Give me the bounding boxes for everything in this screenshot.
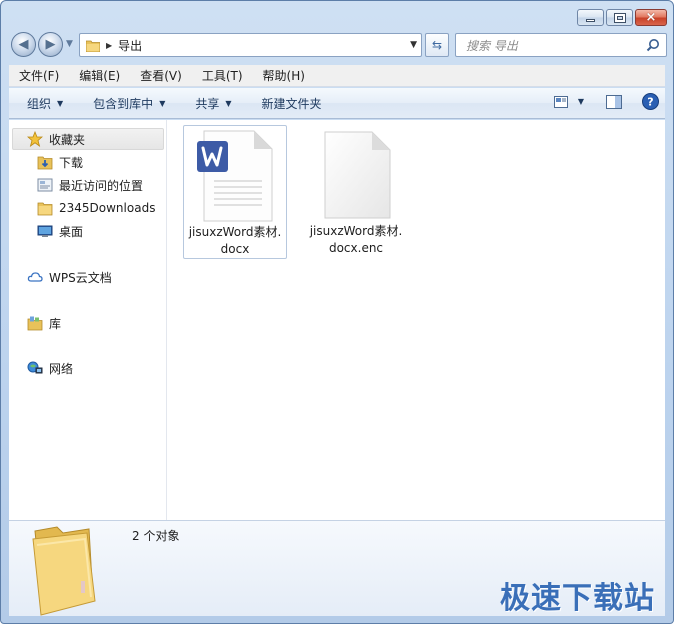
desktop-icon <box>37 225 53 237</box>
refresh-icon: ⇆ <box>431 38 443 52</box>
address-row: ◀ ▶ ▼ ▶ 导出 ▼ ⇆ 搜索 导出 <box>9 31 667 59</box>
network-icon <box>27 361 43 374</box>
search-icon[interactable] <box>646 38 660 52</box>
new-folder-button[interactable]: 新建文件夹 <box>253 95 331 112</box>
close-button[interactable]: × <box>635 9 667 26</box>
file-name-line1: jisuxzWord素材. <box>309 224 403 238</box>
menu-help[interactable]: 帮助(H) <box>253 67 315 84</box>
organize-button[interactable]: 组织 ▼ <box>18 95 72 112</box>
large-folder-icon <box>32 526 96 616</box>
nav-2345downloads[interactable]: 2345Downloads <box>37 197 155 219</box>
nav-recent-places-label: 最近访问的位置 <box>59 178 144 193</box>
nav-desktop[interactable]: 桌面 <box>37 220 83 242</box>
caption-buttons: × <box>575 9 667 26</box>
menu-file[interactable]: 文件(F) <box>9 67 69 84</box>
navigation-pane[interactable]: 收藏夹 下载 最近访问的位置 2345Downloads 桌面 WPS云文档 库… <box>9 120 167 520</box>
star-icon <box>27 131 43 147</box>
preview-pane-icon[interactable] <box>606 94 622 109</box>
file-name: jisuxzWord素材. docx <box>184 224 286 258</box>
wps-word-document-icon <box>197 130 273 222</box>
nav-desktop-label: 桌面 <box>59 224 84 239</box>
address-history-dropdown-icon[interactable]: ▼ <box>410 40 417 50</box>
share-button[interactable]: 共享 ▼ <box>186 95 240 112</box>
help-icon[interactable]: ? <box>642 93 659 110</box>
nav-recent-places[interactable]: 最近访问的位置 <box>37 174 143 196</box>
breadcrumb-separator-icon[interactable]: ▶ <box>106 41 112 50</box>
nav-wps-cloud[interactable]: WPS云文档 <box>27 266 112 288</box>
nav-network[interactable]: 网络 <box>27 357 73 379</box>
library-icon <box>27 316 43 331</box>
include-in-library-label: 包含到库中 <box>93 96 154 111</box>
nav-library[interactable]: 库 <box>27 312 61 334</box>
address-bar[interactable]: ▶ 导出 ▼ <box>79 33 422 57</box>
back-arrow-icon: ◀ <box>18 37 29 52</box>
nav-library-label: 库 <box>49 316 62 331</box>
nav-network-label: 网络 <box>49 361 74 376</box>
new-folder-label: 新建文件夹 <box>261 96 322 111</box>
svg-text:?: ? <box>647 96 653 109</box>
blank-document-icon <box>324 131 391 219</box>
file-item-docx[interactable]: jisuxzWord素材. docx <box>183 125 287 259</box>
file-name: jisuxzWord素材. docx.enc <box>304 223 408 257</box>
change-view-icon[interactable] <box>553 95 568 108</box>
search-box[interactable]: 搜索 导出 <box>455 33 667 57</box>
maximize-button[interactable] <box>606 9 633 26</box>
minimize-button[interactable] <box>577 9 604 26</box>
content-area: 收藏夹 下载 最近访问的位置 2345Downloads 桌面 WPS云文档 库… <box>9 120 665 520</box>
file-list[interactable]: jisuxzWord素材. docx jisuxzWord素材. docx.en… <box>168 120 665 520</box>
toolbar-right-group: ▼ ? <box>553 93 659 110</box>
nav-favorites[interactable]: 收藏夹 <box>12 128 164 150</box>
share-label: 共享 <box>195 96 220 111</box>
downloads-folder-icon <box>37 156 53 170</box>
breadcrumb-current[interactable]: 导出 <box>118 37 142 54</box>
back-button[interactable]: ◀ <box>11 32 36 57</box>
chevron-down-icon: ▼ <box>57 98 64 108</box>
forward-arrow-icon: ▶ <box>45 37 56 52</box>
folder-icon <box>37 202 53 216</box>
refresh-button[interactable]: ⇆ <box>425 33 449 57</box>
menu-edit[interactable]: 编辑(E) <box>69 67 130 84</box>
maximize-icon <box>614 13 625 22</box>
file-name-line2: docx.enc <box>328 241 384 255</box>
folder-icon <box>86 40 100 52</box>
details-pane: 2 个对象 极速下载站 <box>9 520 665 616</box>
command-bar: 组织 ▼ 包含到库中 ▼ 共享 ▼ 新建文件夹 ▼ ? <box>9 88 665 119</box>
item-count: 2 个对象 <box>132 529 180 543</box>
menu-view[interactable]: 查看(V) <box>130 67 192 84</box>
search-placeholder: 搜索 导出 <box>466 38 518 53</box>
nav-2345downloads-label: 2345Downloads <box>59 201 156 215</box>
file-name-line2: docx <box>220 242 250 256</box>
file-name-line1: jisuxzWord素材. <box>188 225 282 239</box>
minimize-icon <box>586 19 595 22</box>
nav-downloads-label: 下载 <box>59 155 84 170</box>
menu-bar: 文件(F) 编辑(E) 查看(V) 工具(T) 帮助(H) <box>9 65 665 87</box>
include-in-library-button[interactable]: 包含到库中 ▼ <box>84 95 174 112</box>
close-icon: × <box>645 10 657 25</box>
cloud-icon <box>27 272 43 282</box>
nav-favorites-label: 收藏夹 <box>49 132 86 147</box>
nav-wps-cloud-label: WPS云文档 <box>49 270 112 285</box>
view-options-chevron-icon[interactable]: ▼ <box>578 97 584 106</box>
chevron-down-icon: ▼ <box>225 98 232 108</box>
watermark-text: 极速下载站 <box>500 581 655 616</box>
file-item-enc[interactable]: jisuxzWord素材. docx.enc <box>304 125 408 259</box>
forward-button[interactable]: ▶ <box>38 32 63 57</box>
chevron-down-icon: ▼ <box>159 98 166 108</box>
menu-tools[interactable]: 工具(T) <box>192 67 253 84</box>
nav-downloads[interactable]: 下载 <box>37 151 83 173</box>
explorer-window: × ◀ ▶ ▼ ▶ 导出 ▼ ⇆ 搜索 导出 文件(F) 编辑(E) 查看(V) <box>0 0 674 624</box>
recent-places-icon <box>37 178 53 192</box>
recent-pages-dropdown-icon[interactable]: ▼ <box>66 39 73 49</box>
organize-label: 组织 <box>27 96 52 111</box>
